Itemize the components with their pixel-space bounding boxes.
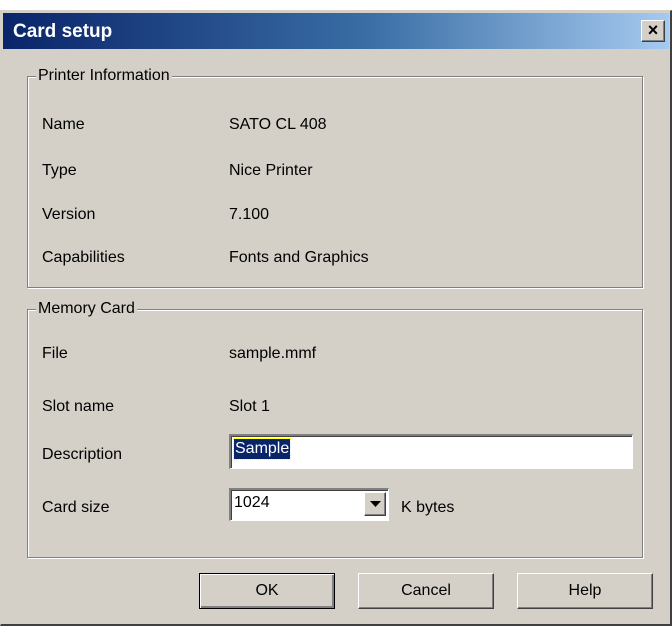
card-size-dropdown-button[interactable] bbox=[364, 492, 386, 516]
file-value: sample.mmf bbox=[229, 345, 317, 362]
type-value: Nice Printer bbox=[229, 162, 313, 179]
memory-card-group: Memory Card File sample.mmf Slot name Sl… bbox=[27, 299, 643, 558]
file-label: File bbox=[42, 345, 68, 362]
card-size-label: Card size bbox=[42, 499, 110, 516]
version-value: 7.100 bbox=[229, 206, 270, 223]
card-size-value: 1024 bbox=[234, 494, 270, 511]
type-label: Type bbox=[42, 162, 77, 179]
close-button[interactable]: × bbox=[641, 20, 665, 42]
ok-button[interactable]: OK bbox=[199, 573, 335, 609]
printer-information-legend: Printer Information bbox=[36, 66, 172, 86]
description-label: Description bbox=[42, 446, 123, 463]
cancel-button[interactable]: Cancel bbox=[358, 573, 494, 609]
help-button[interactable]: Help bbox=[517, 573, 653, 609]
card-setup-dialog: Card setup × Printer Information Name SA… bbox=[0, 10, 672, 626]
card-size-unit: K bytes bbox=[401, 499, 455, 516]
card-size-select[interactable]: 1024 bbox=[229, 488, 389, 521]
printer-information-group: Printer Information Name SATO CL 408 Typ… bbox=[27, 66, 643, 288]
name-label: Name bbox=[42, 116, 85, 133]
title-bar[interactable]: Card setup × bbox=[3, 13, 669, 49]
version-label: Version bbox=[42, 206, 96, 223]
slot-name-label: Slot name bbox=[42, 398, 115, 415]
memory-card-legend: Memory Card bbox=[36, 299, 137, 319]
description-selected-text: Sample bbox=[232, 438, 292, 460]
window-title: Card setup bbox=[13, 21, 113, 42]
description-input[interactable]: Sample bbox=[229, 434, 633, 469]
chevron-down-icon bbox=[370, 501, 381, 507]
close-icon: × bbox=[647, 20, 659, 40]
name-value: SATO CL 408 bbox=[229, 116, 327, 133]
capabilities-label: Capabilities bbox=[42, 249, 125, 266]
capabilities-value: Fonts and Graphics bbox=[229, 249, 369, 266]
slot-name-value: Slot 1 bbox=[229, 398, 270, 415]
